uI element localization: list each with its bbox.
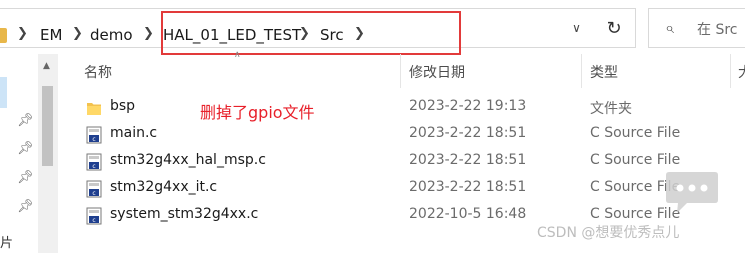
c-file-icon: c — [86, 126, 102, 144]
annotation-text: 删掉了gpio文件 — [200, 103, 315, 122]
file-name[interactable]: bsp — [110, 98, 135, 114]
column-divider[interactable] — [400, 54, 401, 88]
chevron-down-icon: ∨ — [572, 21, 581, 35]
column-divider[interactable] — [581, 54, 582, 88]
folder-icon — [87, 103, 101, 115]
file-name[interactable]: main.c — [110, 125, 157, 141]
pin-icon[interactable]: 📌︎ — [17, 141, 34, 156]
refresh-button[interactable]: ↻ — [593, 8, 636, 48]
file-row[interactable]: c stm32g4xx_hal_msp.c 2023-2-22 18:51 C … — [80, 148, 745, 175]
file-date: 2023-2-22 18:51 — [409, 179, 527, 195]
pin-icon[interactable]: 📌︎ — [17, 170, 34, 185]
column-header-date[interactable]: 修改日期 — [409, 62, 465, 82]
c-file-icon: c — [86, 180, 102, 198]
svg-text:c: c — [92, 136, 95, 143]
file-date: 2023-2-22 18:51 — [409, 152, 527, 168]
file-date: 2022-10-5 16:48 — [409, 206, 527, 222]
svg-text:c: c — [92, 163, 95, 170]
pin-icon[interactable]: 📌︎ — [17, 113, 34, 128]
refresh-icon: ↻ — [606, 17, 622, 39]
address-bar-row: ❯ EM ❯ demo ❯ HAL_01_LED_TEST ❯ Src ❯ ∨ … — [0, 0, 745, 55]
file-date: 2023-2-22 19:13 — [409, 98, 527, 114]
svg-text:c: c — [92, 190, 95, 197]
search-input[interactable]: ⌕ 在 Src — [648, 8, 745, 48]
breadcrumb-item[interactable]: EM — [40, 26, 62, 44]
c-file-icon: c — [86, 207, 102, 225]
file-name[interactable]: system_stm32g4xx.c — [110, 206, 258, 222]
search-placeholder: 在 Src — [697, 22, 738, 38]
sort-indicator-icon: ∧ — [234, 50, 241, 60]
file-type: C Source File — [590, 125, 681, 141]
file-row[interactable]: c stm32g4xx_it.c 2023-2-22 18:51 C Sourc… — [80, 175, 745, 202]
file-type: C Source File — [590, 152, 681, 168]
file-name[interactable]: stm32g4xx_hal_msp.c — [110, 152, 266, 168]
nav-selected-item[interactable] — [0, 77, 7, 108]
scrollbar-thumb[interactable] — [42, 86, 53, 166]
file-type: 文件夹 — [590, 101, 632, 117]
watermark-text: CSDN @想要优秀点儿 — [537, 225, 680, 241]
address-dropdown-button[interactable]: ∨ — [560, 8, 594, 48]
chevron-right-icon[interactable]: ❯ — [17, 26, 28, 41]
svg-text:c: c — [92, 217, 95, 224]
file-name[interactable]: stm32g4xx_it.c — [110, 179, 217, 195]
chevron-right-icon[interactable]: ❯ — [72, 26, 83, 41]
navigation-pane: 📌︎ 📌︎ 📌︎ 📌︎ 片 ▲ — [0, 54, 58, 253]
column-header-type[interactable]: 类型 — [590, 62, 618, 82]
pin-icon[interactable]: 📌︎ — [17, 199, 34, 214]
column-header-name[interactable]: 名称 — [84, 62, 112, 82]
scroll-up-icon[interactable]: ▲ — [43, 61, 50, 71]
highlight-box — [161, 11, 461, 55]
column-divider[interactable] — [730, 54, 731, 88]
file-row[interactable]: c main.c 2023-2-22 18:51 C Source File — [80, 121, 745, 148]
column-header-size[interactable]: 大 — [738, 62, 745, 82]
c-file-icon: c — [86, 153, 102, 171]
search-icon: ⌕ — [665, 18, 674, 37]
breadcrumb-item[interactable]: demo — [90, 26, 133, 44]
folder-icon — [0, 28, 7, 43]
chat-bubble-icon — [666, 172, 718, 213]
file-date: 2023-2-22 18:51 — [409, 125, 527, 141]
nav-item-label[interactable]: 片 — [0, 232, 13, 251]
chevron-right-icon[interactable]: ❯ — [143, 26, 154, 41]
file-row[interactable]: bsp 2023-2-22 19:13 文件夹 — [80, 94, 745, 121]
